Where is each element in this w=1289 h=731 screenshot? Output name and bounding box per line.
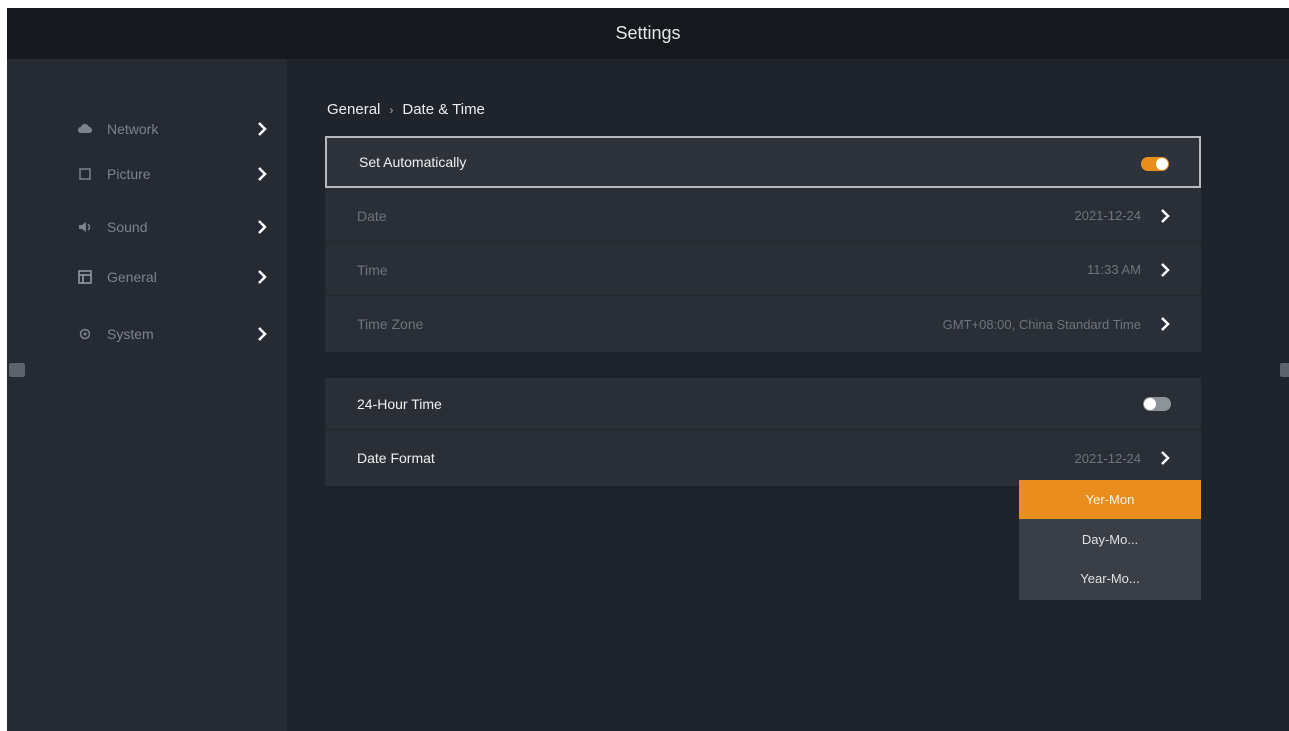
chevron-right-icon (258, 122, 267, 136)
date-format-row[interactable]: Date Format 2021-12-24 (325, 432, 1201, 484)
format-panel: 24-Hour Time Date Format 2021-12-24 (325, 378, 1201, 486)
date-format-label: Date Format (357, 450, 435, 466)
dropdown-option[interactable]: Year-Mo... (1019, 559, 1201, 598)
time-zone-label: Time Zone (357, 316, 424, 332)
sidebar-item-label: System (107, 326, 154, 342)
system-icon (77, 326, 93, 342)
date-format-dropdown: Yer-Mon Day-Mo... Year-Mo... (1019, 480, 1201, 600)
set-automatically-row[interactable]: Set Automatically (325, 136, 1201, 188)
sidebar-item-label: Picture (107, 166, 151, 182)
tv-screen: Settings Network Picture Sound General S… (7, 8, 1289, 731)
date-row[interactable]: Date 2021-12-24 (325, 190, 1201, 242)
general-icon (77, 269, 93, 285)
sidebar-item-picture[interactable]: Picture (77, 159, 287, 189)
time-label: Time (357, 261, 388, 278)
chevron-right-icon (258, 270, 267, 284)
toggle-knob (1156, 158, 1168, 170)
sidebar-item-label: Network (107, 121, 159, 137)
time-row[interactable]: Time 11:33 AM (325, 244, 1201, 296)
chevron-right-icon (1161, 209, 1170, 223)
window-title: Settings (615, 23, 681, 43)
breadcrumb-parent[interactable]: General (327, 101, 380, 118)
toggle-knob (1144, 398, 1156, 410)
time-zone-row[interactable]: Time Zone GMT+08:00, China Standard Time (325, 298, 1201, 350)
hour24-label: 24-Hour Time (357, 395, 442, 412)
collapse-right-arrow-icon[interactable] (1280, 363, 1289, 377)
set-automatically-toggle[interactable] (1141, 157, 1169, 171)
dropdown-option[interactable]: Day-Mo... (1019, 520, 1201, 559)
set-automatically-label: Set Automatically (359, 154, 467, 170)
date-value: 2021-12-24 (1074, 208, 1142, 223)
date-format-value: 2021-12-24 (1074, 450, 1142, 466)
speaker-icon (77, 219, 93, 235)
chevron-right-icon (258, 327, 267, 341)
main-content: General › Date & Time Set Automatically … (287, 59, 1289, 731)
breadcrumb-current: Date & Time (402, 101, 485, 118)
breadcrumb: General › Date & Time (327, 101, 485, 118)
breadcrumb-separator: › (389, 102, 394, 117)
sidebar-item-system[interactable]: System (77, 319, 287, 349)
chevron-right-icon (1161, 451, 1170, 465)
chevron-right-icon (1161, 317, 1170, 331)
title-bar: Settings (7, 8, 1289, 59)
cloud-icon (77, 121, 93, 137)
picture-icon (77, 166, 93, 182)
sidebar: Network Picture Sound General System (7, 59, 287, 731)
sidebar-item-label: Sound (107, 219, 148, 235)
hour24-toggle[interactable] (1143, 397, 1171, 411)
date-time-panel: Set Automatically Date 2021-12-24 Time 1… (325, 136, 1201, 352)
date-label: Date (357, 207, 387, 224)
sidebar-item-label: General (107, 269, 157, 285)
sidebar-item-sound[interactable]: Sound (77, 212, 287, 242)
sidebar-item-network[interactable]: Network (77, 114, 287, 144)
chevron-right-icon (258, 167, 267, 181)
dropdown-option[interactable]: Yer-Mon (1019, 480, 1201, 519)
hour24-row[interactable]: 24-Hour Time (325, 378, 1201, 430)
sidebar-item-general[interactable]: General (77, 262, 287, 292)
time-value: 11:33 AM (1087, 262, 1141, 277)
chevron-right-icon (258, 220, 267, 234)
time-zone-value: GMT+08:00, China Standard Time (942, 316, 1141, 332)
collapse-left-arrow-icon[interactable] (9, 363, 25, 377)
chevron-right-icon (1161, 263, 1170, 277)
